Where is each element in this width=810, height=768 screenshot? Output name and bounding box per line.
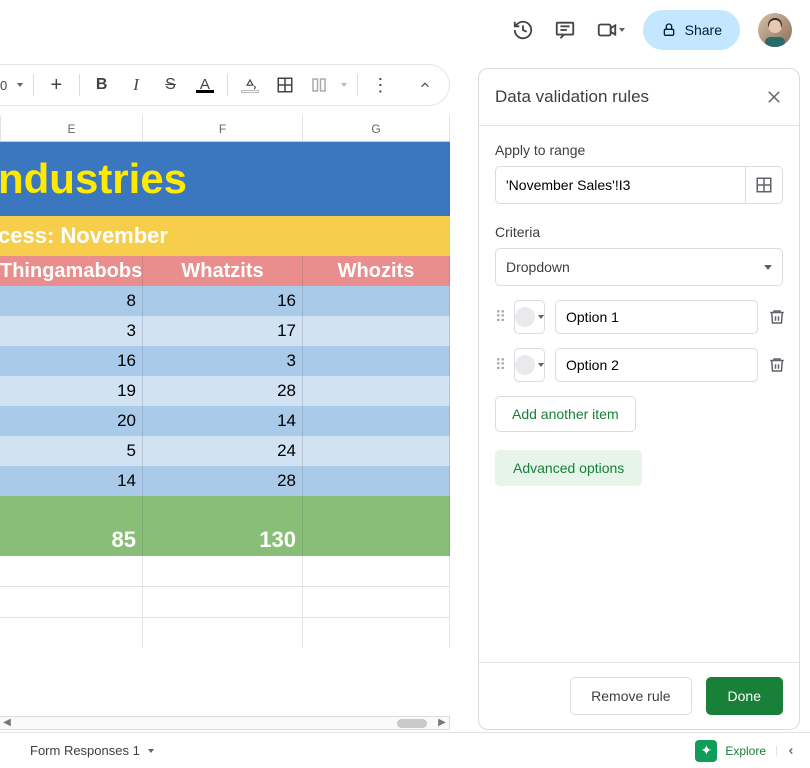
delete-option-button[interactable] bbox=[768, 356, 786, 374]
table-row[interactable]: 1428 bbox=[0, 466, 450, 496]
formatting-toolbar: 0 + B I S A ⋮ bbox=[0, 64, 450, 106]
chevron-down-icon bbox=[538, 363, 544, 367]
table-header-row[interactable]: Thingamabobs Whatzits Whozits bbox=[0, 256, 450, 286]
italic-button[interactable]: I bbox=[124, 71, 148, 99]
account-avatar[interactable] bbox=[758, 13, 792, 47]
advanced-options-button[interactable]: Advanced options bbox=[495, 450, 642, 486]
drag-handle-icon[interactable]: ⠿ bbox=[495, 363, 504, 368]
horizontal-scrollbar[interactable]: ◀ ▶ bbox=[0, 716, 450, 730]
drag-handle-icon[interactable]: ⠿ bbox=[495, 315, 504, 320]
collapse-toolbar-button[interactable] bbox=[413, 71, 437, 99]
scroll-right-icon[interactable]: ▶ bbox=[435, 717, 449, 729]
table-row[interactable]: 317 bbox=[0, 316, 450, 346]
column-header-g[interactable]: G bbox=[303, 116, 450, 141]
chevron-down-icon[interactable] bbox=[17, 83, 23, 87]
collapse-side-panel-button[interactable] bbox=[776, 746, 804, 756]
table-row[interactable]: 524 bbox=[0, 436, 450, 466]
sheet-subtitle-cell[interactable]: cess: November bbox=[0, 216, 450, 256]
sheet-tab[interactable]: Form Responses 1 bbox=[30, 743, 154, 758]
table-row[interactable] bbox=[0, 586, 450, 617]
table-total-row[interactable]: 85130 bbox=[0, 496, 450, 556]
col-whatzits[interactable]: Whatzits bbox=[143, 256, 303, 286]
option-color-picker[interactable] bbox=[514, 300, 545, 334]
zoom-value: 0 bbox=[0, 78, 7, 93]
range-input[interactable] bbox=[495, 166, 746, 204]
explore-button[interactable]: ✦ Explore bbox=[695, 740, 766, 762]
grid-icon bbox=[755, 176, 773, 194]
table-row[interactable] bbox=[0, 617, 450, 648]
select-range-button[interactable] bbox=[745, 166, 783, 204]
criteria-select[interactable]: Dropdown bbox=[495, 248, 783, 286]
delete-option-button[interactable] bbox=[768, 308, 786, 326]
data-validation-panel: Data validation rules Apply to range Cri… bbox=[478, 68, 800, 730]
explore-icon: ✦ bbox=[695, 740, 717, 762]
option-value-input[interactable] bbox=[555, 300, 758, 334]
done-button[interactable]: Done bbox=[706, 677, 783, 715]
text-color-button[interactable]: A bbox=[193, 71, 217, 99]
sheet-tabs-bar: Form Responses 1 ✦ Explore bbox=[0, 732, 810, 768]
meet-icon bbox=[595, 18, 619, 42]
option-row: ⠿ bbox=[495, 300, 783, 334]
chevron-down-icon bbox=[619, 28, 625, 32]
table-row[interactable]: 816 bbox=[0, 286, 450, 316]
add-another-item-button[interactable]: Add another item bbox=[495, 396, 636, 432]
chevron-down-icon bbox=[538, 315, 544, 319]
criteria-label: Criteria bbox=[495, 224, 783, 240]
trash-icon bbox=[768, 308, 786, 326]
column-header-e[interactable]: E bbox=[0, 116, 143, 141]
panel-title: Data validation rules bbox=[495, 87, 649, 107]
chevron-down-icon bbox=[148, 749, 154, 753]
chevron-down-icon bbox=[764, 265, 772, 270]
table-row[interactable]: 2014 bbox=[0, 406, 450, 436]
history-icon[interactable] bbox=[511, 18, 535, 42]
chevron-down-icon[interactable] bbox=[341, 83, 347, 87]
option-row: ⠿ bbox=[495, 348, 783, 382]
option-value-input[interactable] bbox=[555, 348, 758, 382]
table-row[interactable]: 1928 bbox=[0, 376, 450, 406]
share-button[interactable]: Share bbox=[643, 10, 740, 50]
remove-rule-button[interactable]: Remove rule bbox=[570, 677, 691, 715]
column-headers[interactable]: E F G bbox=[0, 116, 450, 142]
comment-icon[interactable] bbox=[553, 18, 577, 42]
spreadsheet-grid[interactable]: E F G ndustries cess: November Thingamab… bbox=[0, 116, 450, 648]
borders-button[interactable] bbox=[272, 71, 296, 99]
more-button[interactable]: ⋮ bbox=[368, 71, 392, 99]
trash-icon bbox=[768, 356, 786, 374]
column-header-f[interactable]: F bbox=[143, 116, 303, 141]
col-whozits[interactable]: Whozits bbox=[303, 256, 450, 286]
scroll-left-icon[interactable]: ◀ bbox=[0, 717, 14, 729]
plus-icon[interactable]: + bbox=[44, 71, 68, 99]
apply-range-label: Apply to range bbox=[495, 142, 783, 158]
merge-button[interactable] bbox=[307, 71, 331, 99]
bold-button[interactable]: B bbox=[89, 71, 113, 99]
scrollbar-thumb[interactable] bbox=[397, 719, 427, 728]
col-thingamabobs[interactable]: Thingamabobs bbox=[0, 256, 143, 286]
share-label: Share bbox=[685, 22, 722, 38]
meet-dropdown[interactable] bbox=[595, 18, 625, 42]
option-color-picker[interactable] bbox=[514, 348, 545, 382]
lock-icon bbox=[661, 22, 677, 38]
table-row[interactable]: 163 bbox=[0, 346, 450, 376]
strikethrough-button[interactable]: S bbox=[158, 71, 182, 99]
fill-color-button[interactable] bbox=[238, 71, 262, 99]
table-row[interactable] bbox=[0, 556, 450, 586]
close-icon[interactable] bbox=[765, 88, 783, 106]
sheet-title-cell[interactable]: ndustries bbox=[0, 142, 450, 216]
